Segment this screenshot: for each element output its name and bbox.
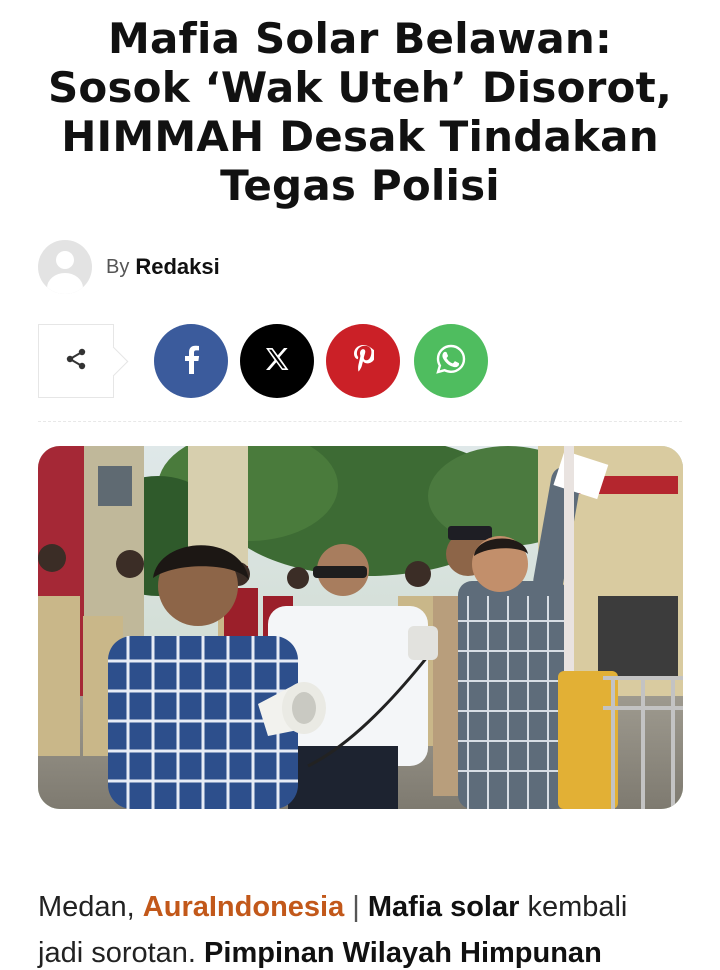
avatar-head-shape [56,251,74,269]
author-avatar[interactable] [38,240,92,294]
headline-line: Tegas Polisi [220,161,500,210]
facebook-icon [180,344,202,378]
lead-text: kembali [519,891,628,923]
article-paragraph: Medan, AuraIndonesia | Mafia solar kemba… [38,884,698,970]
byline: By Redaksi [38,240,220,294]
featured-photo-illustration [38,446,683,809]
article-headline: Mafia Solar Belawan: Sosok ‘Wak Uteh’ Di… [20,14,700,210]
dateline-city: Medan, [38,891,143,923]
section-divider [38,421,682,422]
paragraph-bold-text: Pimpinan Wilayah Himpunan [204,937,602,969]
paragraph-text: jadi sorotan. [38,937,205,969]
x-icon [264,346,290,376]
headline-line: Sosok ‘Wak Uteh’ Disorot, [47,63,673,112]
share-whatsapp-button[interactable] [414,324,488,398]
headline-line: HIMMAH Desak Tindakan [61,112,659,161]
share-toggle-button[interactable] [38,324,114,398]
article-body: Medan, AuraIndonesia | Mafia solar kemba… [38,884,698,970]
article-featured-photo[interactable] [38,446,683,809]
lead-bold-text: Mafia solar [367,891,520,923]
share-bar [38,324,688,400]
dateline-separator: | [344,891,368,923]
whatsapp-icon [435,343,467,379]
byline-prefix: By [106,255,130,278]
share-icon [64,347,88,375]
avatar-body-shape [47,273,83,294]
share-facebook-button[interactable] [154,324,228,398]
brand-link[interactable]: AuraIndonesia [143,891,344,923]
headline-line: Mafia Solar Belawan: [107,14,613,63]
pinterest-icon [352,344,377,378]
author-link[interactable]: Redaksi [135,254,219,280]
share-pinterest-button[interactable] [326,324,400,398]
share-x-button[interactable] [240,324,314,398]
